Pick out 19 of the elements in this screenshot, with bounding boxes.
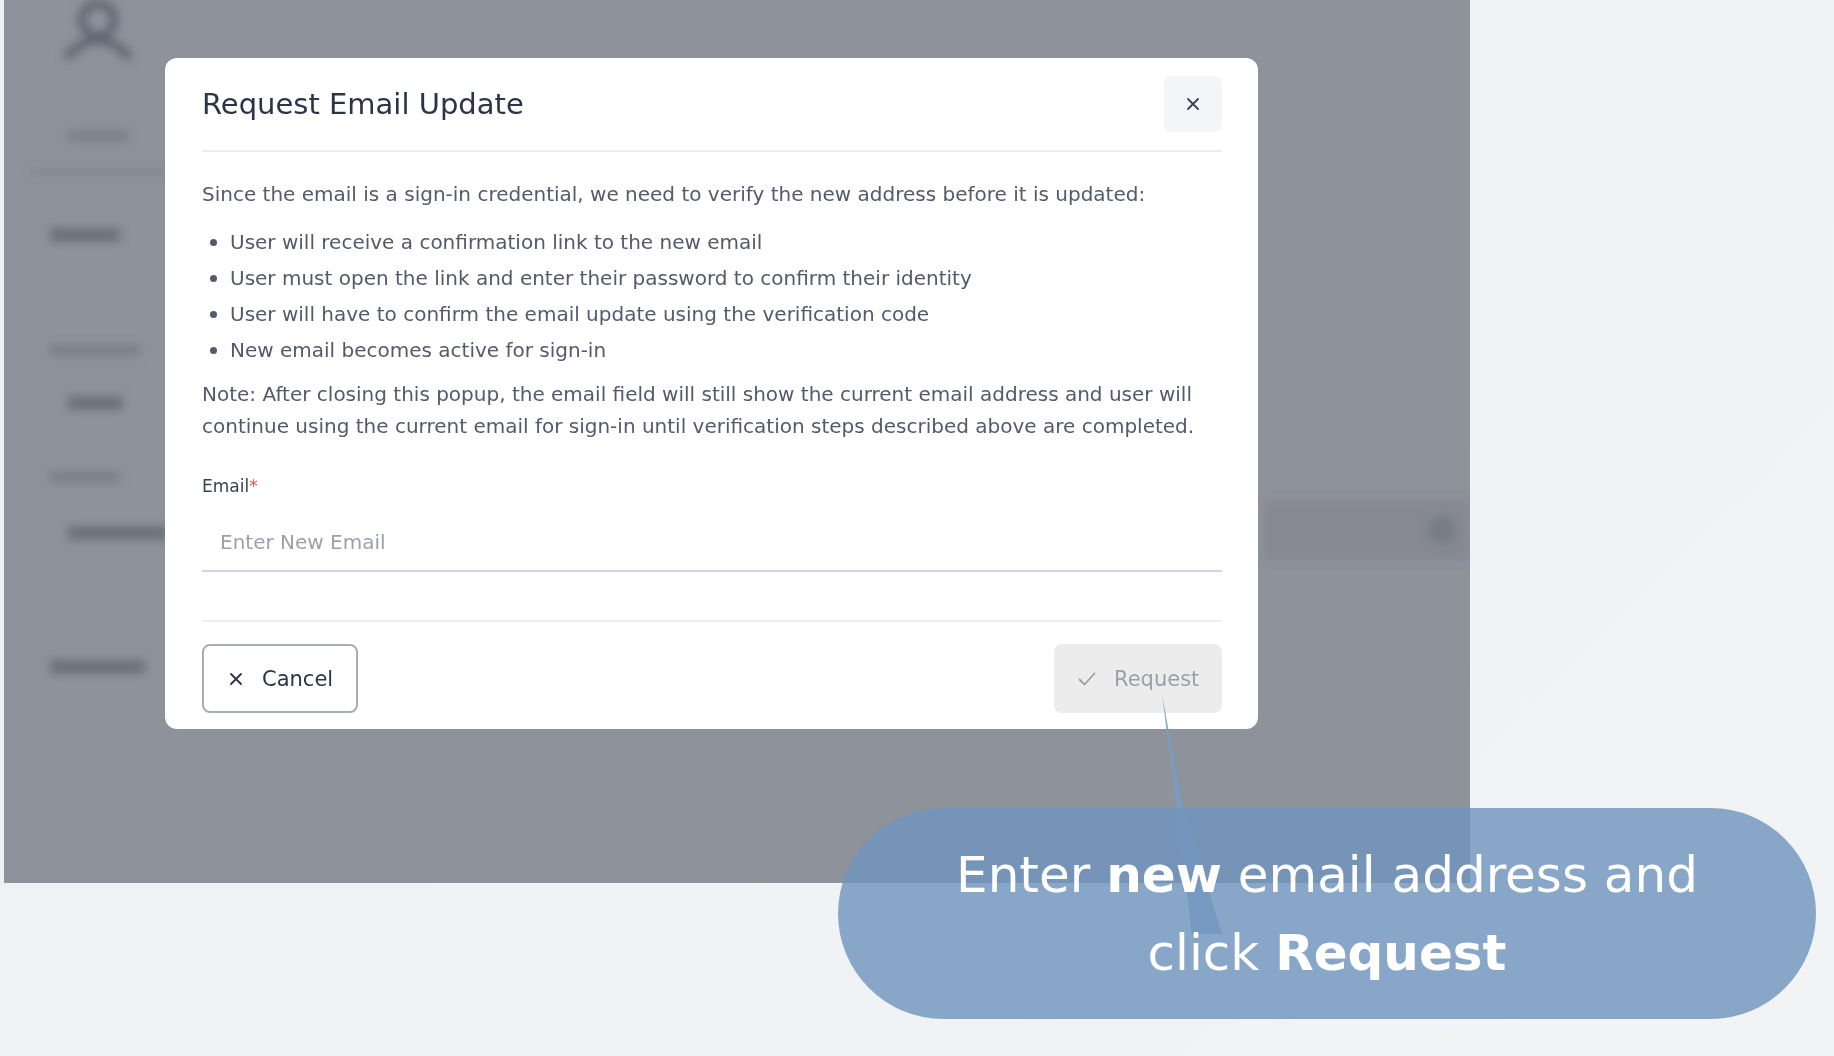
note-text: Note: After closing this popup, the email field will still show the current email address and user will continue using the current email for sign-in until verification steps described above are completed. — [202, 381, 1196, 440]
callout-text: Enter new email address and click Request — [955, 844, 1699, 984]
cancel-button[interactable]: Cancel — [202, 644, 358, 713]
step-text: User will receive a confirmation link to the new email — [230, 230, 763, 254]
step-text: User will have to confirm the email update using the verification code — [230, 302, 930, 326]
field-label: Email — [202, 476, 250, 496]
bullet-icon — [210, 310, 217, 318]
dialog-title: Request Email Update — [202, 87, 524, 121]
required-mark: * — [249, 476, 258, 496]
close-button[interactable] — [1164, 76, 1222, 132]
bullet-icon — [210, 274, 217, 282]
close-icon — [1185, 96, 1201, 112]
check-icon — [1078, 670, 1096, 687]
bullet-icon — [210, 238, 217, 246]
step-text: User must open the link and enter their password to confirm their identity — [230, 266, 972, 290]
intro-text: Since the email is a sign-in credential, we need to verify the new address before it is updated: — [202, 182, 1147, 206]
step-text: New email becomes active for sign-in — [230, 338, 607, 362]
bullet-icon — [210, 346, 217, 354]
close-icon — [228, 670, 244, 687]
